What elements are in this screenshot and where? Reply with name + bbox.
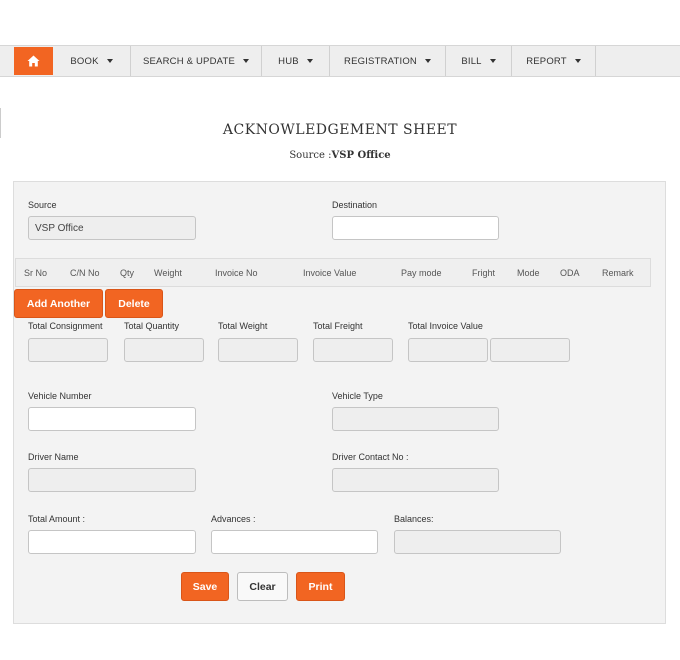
col-sr-no: Sr No xyxy=(24,268,48,278)
nav-bill[interactable]: BILL xyxy=(446,46,512,76)
nav-hub-label: HUB xyxy=(278,55,299,67)
col-invoice-value: Invoice Value xyxy=(303,268,357,278)
home-icon xyxy=(27,55,40,67)
driver-name-label: Driver Name xyxy=(28,452,79,462)
driver-contact-field[interactable] xyxy=(332,468,499,492)
chevron-down-icon xyxy=(574,59,581,63)
page-title: ACKNOWLEDGEMENT SHEET xyxy=(222,122,458,138)
col-qty: Qty xyxy=(120,268,135,278)
nav-hub[interactable]: HUB xyxy=(262,46,330,76)
source-field[interactable]: VSP Office xyxy=(28,216,196,240)
chevron-down-icon xyxy=(306,59,313,63)
delete-button[interactable]: Delete xyxy=(105,289,163,318)
chevron-down-icon xyxy=(424,59,431,63)
vehicle-number-label: Vehicle Number xyxy=(28,391,92,401)
total-invoice-value-field[interactable] xyxy=(408,338,488,362)
col-mode: Mode xyxy=(517,268,540,278)
nav-bill-label: BILL xyxy=(461,55,482,67)
total-freight-field[interactable] xyxy=(313,338,393,362)
add-another-button[interactable]: Add Another xyxy=(14,289,103,318)
print-button[interactable]: Print xyxy=(296,572,345,601)
total-weight-field[interactable] xyxy=(218,338,298,362)
chevron-down-icon xyxy=(243,59,250,63)
destination-field[interactable] xyxy=(332,216,499,240)
source-field-value: VSP Office xyxy=(35,222,84,234)
total-quantity-field[interactable] xyxy=(124,338,204,362)
source-value: VSP Office xyxy=(331,150,391,161)
nav-book-label: BOOK xyxy=(70,55,99,67)
balances-field[interactable] xyxy=(394,530,561,554)
nav-book[interactable]: BOOK xyxy=(53,46,131,76)
balances-label: Balances: xyxy=(394,514,434,524)
save-button[interactable]: Save xyxy=(181,572,229,601)
form-panel xyxy=(13,181,666,624)
col-remark: Remark xyxy=(602,268,634,278)
nav-registration[interactable]: REGISTRATION xyxy=(330,46,446,76)
total-freight-label: Total Freight xyxy=(313,321,363,331)
nav-report[interactable]: REPORT xyxy=(512,46,596,76)
total-amount-label: Total Amount : xyxy=(28,514,86,524)
advances-field[interactable] xyxy=(211,530,378,554)
nav-search-update-label: SEARCH & UPDATE xyxy=(142,55,236,67)
col-fright: Fright xyxy=(472,268,496,278)
col-invoice-no: Invoice No xyxy=(215,268,258,278)
chevron-down-icon xyxy=(106,59,113,63)
source-label: Source xyxy=(28,200,57,210)
vehicle-type-label: Vehicle Type xyxy=(332,391,383,401)
col-weight: Weight xyxy=(154,268,182,278)
nav-report-label: REPORT xyxy=(526,55,567,67)
destination-label: Destination xyxy=(332,200,378,210)
driver-name-field[interactable] xyxy=(28,468,196,492)
total-invoice-value-label: Total Invoice Value xyxy=(408,321,483,331)
driver-contact-label: Driver Contact No : xyxy=(332,452,409,462)
vehicle-number-field[interactable] xyxy=(28,407,196,431)
total-quantity-label: Total Quantity xyxy=(124,321,180,331)
consignment-table-header: Sr No C/N No Qty Weight Invoice No Invoi… xyxy=(15,258,651,287)
total-consignment-field[interactable] xyxy=(28,338,108,362)
total-weight-label: Total Weight xyxy=(218,321,268,331)
clear-button[interactable]: Clear xyxy=(237,572,288,601)
home-button[interactable] xyxy=(14,47,53,75)
total-consignment-label: Total Consignment xyxy=(28,321,103,331)
total-invoice-value-extra-field[interactable] xyxy=(490,338,570,362)
source-subtitle: Source :VSP Office xyxy=(0,150,680,161)
nav-registration-label: REGISTRATION xyxy=(344,55,417,67)
vehicle-type-field[interactable] xyxy=(332,407,499,431)
col-pay-mode: Pay mode xyxy=(401,268,442,278)
chevron-down-icon xyxy=(489,59,496,63)
advances-label: Advances : xyxy=(211,514,256,524)
main-navbar: BOOK SEARCH & UPDATE HUB REGISTRATION BI… xyxy=(0,45,680,77)
total-amount-field[interactable] xyxy=(28,530,196,554)
col-cn-no: C/N No xyxy=(70,268,100,278)
source-prefix: Source : xyxy=(289,150,332,161)
col-oda: ODA xyxy=(560,268,580,278)
nav-search-update[interactable]: SEARCH & UPDATE xyxy=(131,46,262,76)
